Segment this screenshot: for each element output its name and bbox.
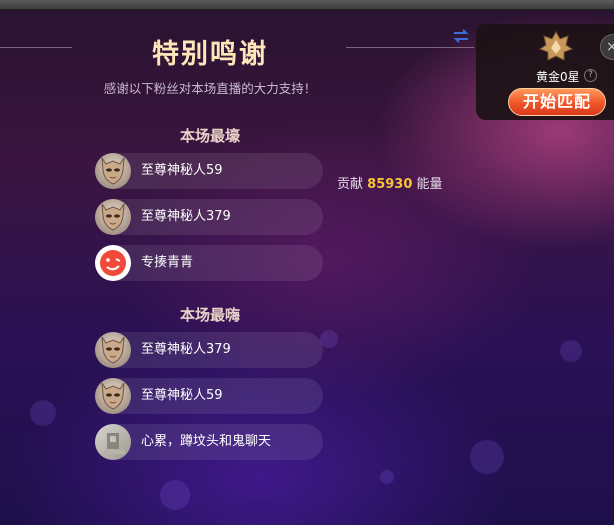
mask-avatar	[95, 199, 131, 235]
section-title-most-active: 本场最嗨	[179, 306, 240, 324]
rank-badge-icon	[538, 30, 574, 66]
rank-panel: 黄金0星 ? 开始匹配	[476, 24, 614, 120]
section-title-top-spender: 本场最壕	[179, 127, 240, 145]
list-item[interactable]: 专揍青青	[95, 245, 323, 281]
list-item[interactable]: 至尊神秘人379	[95, 199, 323, 235]
rank-label: 黄金0星	[536, 70, 580, 84]
mask-avatar	[95, 332, 131, 368]
help-icon[interactable]: ?	[584, 69, 597, 82]
start-match-button[interactable]: 开始匹配	[508, 88, 606, 116]
bokeh-decoration	[320, 330, 338, 348]
contribution-value: 85930	[367, 177, 413, 192]
window-top-bar	[0, 0, 614, 10]
swap-icon[interactable]	[452, 28, 470, 44]
page-title: 特别鸣谢	[152, 39, 268, 70]
bokeh-decoration	[380, 470, 394, 484]
fan-name: 至尊神秘人379	[141, 209, 231, 224]
photo-avatar	[95, 424, 131, 460]
fan-name: 心累，蹲坟头和鬼聊天	[141, 434, 272, 449]
red-face-avatar	[95, 245, 131, 281]
list-item[interactable]: 至尊神秘人59	[95, 153, 323, 189]
fan-name: 至尊神秘人59	[141, 163, 223, 178]
bokeh-decoration	[560, 340, 582, 362]
thanks-panel: 特别鸣谢 感谢以下粉丝对本场直播的大力支持！ 本场最壕 至尊神秘人59 贡献 8…	[0, 10, 614, 525]
fan-name: 至尊神秘人59	[141, 388, 223, 403]
list-item[interactable]: 至尊神秘人59	[95, 378, 323, 414]
bokeh-decoration	[470, 440, 504, 474]
page-subtitle: 感谢以下粉丝对本场直播的大力支持！	[103, 81, 317, 96]
list-item[interactable]: 至尊神秘人379	[95, 332, 323, 368]
contribution-prefix: 贡献	[337, 177, 364, 192]
mask-avatar	[95, 153, 131, 189]
fan-name: 至尊神秘人379	[141, 342, 231, 357]
bokeh-decoration	[160, 480, 190, 510]
list-item[interactable]: 心累，蹲坟头和鬼聊天	[95, 424, 323, 460]
fan-name: 专揍青青	[141, 255, 194, 270]
contribution-text: 贡献 85930 能量	[337, 173, 443, 192]
bokeh-decoration	[30, 400, 56, 426]
contribution-suffix: 能量	[416, 177, 443, 192]
mask-avatar	[95, 378, 131, 414]
